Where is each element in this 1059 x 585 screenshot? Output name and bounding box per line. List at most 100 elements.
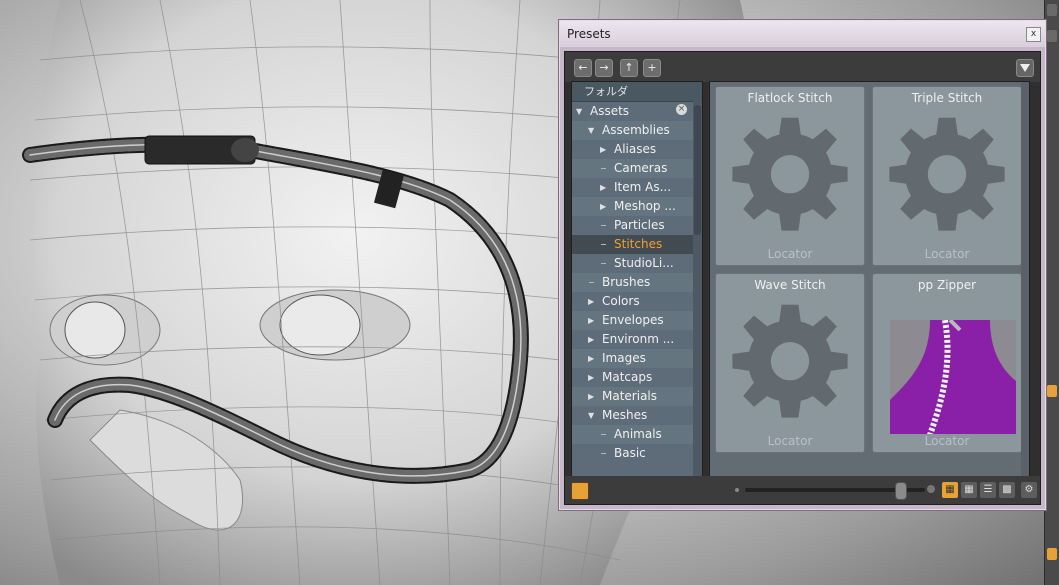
collapse-arrow-icon[interactable]: ▶ (588, 387, 594, 406)
tree-item[interactable]: ▶ Environm ... (572, 330, 702, 349)
collapse-arrow-icon[interactable]: ▶ (588, 368, 594, 387)
tree-item-label: Assemblies (602, 123, 670, 137)
preset-title: Wave Stitch (754, 278, 826, 292)
tree-item-label: Aliases (614, 142, 657, 156)
tree-item[interactable]: ▶ Matcaps (572, 368, 702, 387)
clear-icon[interactable]: × (676, 104, 687, 115)
gear-icon[interactable]: ⚙ (1021, 482, 1037, 498)
gear-icon (732, 117, 848, 231)
gear-icon (732, 304, 848, 418)
tree-item[interactable]: ▼ Assemblies (572, 121, 702, 140)
tree-item[interactable]: Cameras (572, 159, 702, 178)
tree-scrollbar[interactable] (693, 101, 702, 477)
presets-bottombar: ▦ ▦ ☰ ▩ ⚙ (565, 476, 1040, 504)
collapse-arrow-icon[interactable]: ▶ (588, 349, 594, 368)
tree-item-label: StudioLi... (614, 256, 674, 270)
folder-tree: フォルダ ▼ Assets ▼ Assemblies ▶ Aliases Cameras ▶ I… (571, 81, 703, 478)
collapse-arrow-icon[interactable]: ▶ (600, 197, 606, 216)
preset-type: Locator (767, 247, 813, 261)
tree-item-label: Basic (614, 446, 646, 460)
tree-item-label: Environm ... (602, 332, 675, 346)
tree-leaf-marker (601, 168, 606, 169)
collapse-arrow-icon[interactable]: ▶ (600, 140, 606, 159)
preset-title: Flatlock Stitch (747, 91, 833, 105)
tree-leaf-marker (589, 282, 594, 283)
tree-item[interactable]: ▶ Images (572, 349, 702, 368)
tree-item-label: Meshop ... (614, 199, 676, 213)
zoom-min-dot (735, 488, 739, 492)
folder-up-icon[interactable]: ↑ (620, 59, 638, 77)
tree-item[interactable]: Particles (572, 216, 702, 235)
tree-leaf-marker (601, 263, 606, 264)
grid-view-icon[interactable]: ▩ (999, 482, 1015, 498)
tree-item[interactable]: ▶ Meshop ... (572, 197, 702, 216)
preset-title: Triple Stitch (911, 91, 983, 105)
tree-item-label: Cameras (614, 161, 668, 175)
orange-tool-icon[interactable] (1047, 385, 1057, 397)
tree-item[interactable]: ▶ Colors (572, 292, 702, 311)
tree-leaf-marker (601, 453, 606, 454)
tree-item[interactable]: Animals (572, 425, 702, 444)
gear-icon (889, 117, 1005, 231)
preset-type: Locator (924, 247, 970, 261)
zipper-thumbnail (876, 294, 1016, 434)
presets-content: ← → ↑ + フォルダ ▼ Assets ▼ Assemblies ▶ Aliases C… (564, 51, 1041, 505)
tree-header: フォルダ (572, 82, 702, 102)
tree-item-label: Matcaps (602, 370, 653, 384)
panel-title: Presets (567, 27, 611, 41)
preset-title: pp Zipper (917, 278, 977, 292)
tree-item-label: Materials (602, 389, 658, 403)
preset-tile-triple-stitch[interactable]: Triple Stitch Locator (872, 86, 1022, 266)
list-view-icon[interactable]: ☰ (980, 482, 996, 498)
expand-arrow-icon[interactable]: ▼ (576, 102, 582, 121)
grid-scrollbar[interactable] (1021, 82, 1029, 477)
tree-item[interactable]: ▼ Meshes (572, 406, 702, 425)
small-thumbnail-view-icon[interactable]: ▦ (961, 482, 977, 498)
tree-item[interactable]: Stitches (572, 235, 702, 254)
tree-item[interactable]: ▶ Item As... (572, 178, 702, 197)
tree-item-label: Colors (602, 294, 640, 308)
close-button[interactable]: x (1026, 27, 1041, 42)
tree-leaf-marker (601, 434, 606, 435)
collapse-arrow-icon[interactable]: ▶ (588, 292, 594, 311)
tree-item-label: Meshes (602, 408, 648, 422)
tree-item[interactable]: ▶ Aliases (572, 140, 702, 159)
preset-tile-wave-stitch[interactable]: Wave Stitch Locator (715, 273, 865, 453)
arrow-right-icon[interactable]: → (595, 59, 613, 77)
presets-toolbar: ← → ↑ + (565, 52, 1040, 82)
plus-icon[interactable]: + (643, 59, 661, 77)
toolbar-button[interactable] (1047, 30, 1057, 42)
preset-tile-pp-zipper[interactable]: pp Zipper Locator (872, 273, 1022, 453)
tree-item-label: Images (602, 351, 646, 365)
tree-item-label: Assets (590, 104, 630, 118)
slider-handle[interactable] (895, 482, 907, 500)
tree-scroll-thumb[interactable] (694, 105, 701, 235)
tree-item[interactable]: Brushes (572, 273, 702, 292)
tree-item-label: Animals (614, 427, 662, 441)
tree-leaf-marker (601, 225, 606, 226)
thumbnail-view-icon[interactable]: ▦ (942, 482, 958, 498)
panel-titlebar[interactable]: Presets x (560, 21, 1045, 47)
preset-type: Locator (767, 434, 813, 448)
tree-item-label: Brushes (602, 275, 651, 289)
tree-item-label: Particles (614, 218, 665, 232)
tree-item[interactable]: ▶ Materials (572, 387, 702, 406)
show-folders-icon[interactable] (571, 482, 589, 500)
collapse-arrow-icon[interactable]: ▶ (588, 311, 594, 330)
tree-item[interactable]: StudioLi... (572, 254, 702, 273)
tree-leaf-marker (601, 244, 606, 245)
expand-arrow-icon[interactable]: ▼ (588, 121, 594, 140)
tree-item[interactable]: ▶ Envelopes (572, 311, 702, 330)
presets-panel: Presets x ← → ↑ + フォルダ ▼ Assets ▼ Assemblie… (558, 19, 1047, 511)
collapse-arrow-icon[interactable]: ▶ (600, 178, 606, 197)
expand-arrow-icon[interactable]: ▼ (588, 406, 594, 425)
eye-icon[interactable] (1047, 4, 1057, 16)
filter-icon[interactable] (1016, 59, 1034, 77)
preset-tile-flatlock-stitch[interactable]: Flatlock Stitch Locator (715, 86, 865, 266)
collapse-arrow-icon[interactable]: ▶ (588, 330, 594, 349)
preset-type: Locator (924, 434, 970, 448)
orange-status-icon[interactable] (1047, 548, 1057, 560)
tree-rows: ▼ Assets ▼ Assemblies ▶ Aliases Cameras ▶ Item A… (572, 102, 702, 463)
arrow-left-icon[interactable]: ← (574, 59, 592, 77)
tree-item[interactable]: Basic (572, 444, 702, 463)
